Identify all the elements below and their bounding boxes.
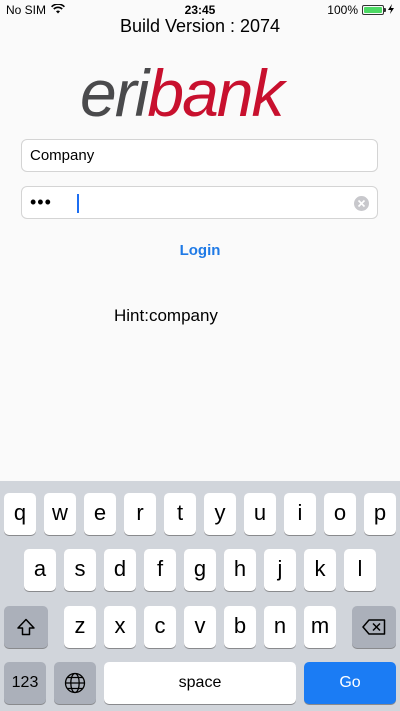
key-d[interactable]: d	[104, 549, 136, 591]
password-masked-text: •••	[30, 192, 52, 212]
key-w[interactable]: w	[44, 493, 76, 535]
logo-text-bank: bank	[147, 56, 287, 126]
key-u[interactable]: u	[244, 493, 276, 535]
battery-percent: 100%	[327, 3, 358, 17]
key-t[interactable]: t	[164, 493, 196, 535]
clear-text-icon[interactable]	[354, 196, 369, 211]
company-field[interactable]	[21, 139, 378, 172]
key-n[interactable]: n	[264, 606, 296, 648]
key-b[interactable]: b	[224, 606, 256, 648]
key-f[interactable]: f	[144, 549, 176, 591]
key-e[interactable]: e	[84, 493, 116, 535]
key-z[interactable]: z	[64, 606, 96, 648]
charging-icon	[388, 3, 394, 17]
space-key[interactable]: space	[104, 662, 296, 704]
text-cursor	[77, 194, 79, 213]
key-k[interactable]: k	[304, 549, 336, 591]
battery-icon	[362, 5, 386, 15]
key-j[interactable]: j	[264, 549, 296, 591]
backspace-key[interactable]	[352, 606, 396, 648]
go-key[interactable]: Go	[304, 662, 396, 704]
company-input[interactable]	[22, 140, 350, 171]
key-p[interactable]: p	[364, 493, 396, 535]
key-r[interactable]: r	[124, 493, 156, 535]
key-q[interactable]: q	[4, 493, 36, 535]
key-x[interactable]: x	[104, 606, 136, 648]
status-right: 100%	[327, 3, 394, 17]
shift-key[interactable]	[4, 606, 48, 648]
login-button[interactable]: Login	[0, 242, 400, 259]
key-l[interactable]: l	[344, 549, 376, 591]
key-v[interactable]: v	[184, 606, 216, 648]
key-g[interactable]: g	[184, 549, 216, 591]
key-h[interactable]: h	[224, 549, 256, 591]
shift-icon	[17, 618, 35, 636]
globe-icon	[64, 672, 86, 694]
key-s[interactable]: s	[64, 549, 96, 591]
password-field[interactable]: •••	[21, 186, 378, 219]
backspace-icon	[362, 619, 386, 635]
key-y[interactable]: y	[204, 493, 236, 535]
keyboard: q w e r t y u i o p a s d f g h j k l z …	[0, 481, 400, 711]
key-c[interactable]: c	[144, 606, 176, 648]
key-a[interactable]: a	[24, 549, 56, 591]
hint-label: Hint:company	[114, 306, 218, 325]
numbers-key[interactable]: 123	[4, 662, 46, 704]
eribank-logo: eribank	[80, 56, 322, 130]
svg-text:eribank: eribank	[80, 56, 287, 126]
key-o[interactable]: o	[324, 493, 356, 535]
key-m[interactable]: m	[304, 606, 336, 648]
globe-key[interactable]	[54, 662, 96, 704]
logo-text-eri: eri	[80, 56, 152, 126]
build-version-label: Build Version : 2074	[119, 16, 281, 36]
key-i[interactable]: i	[284, 493, 316, 535]
